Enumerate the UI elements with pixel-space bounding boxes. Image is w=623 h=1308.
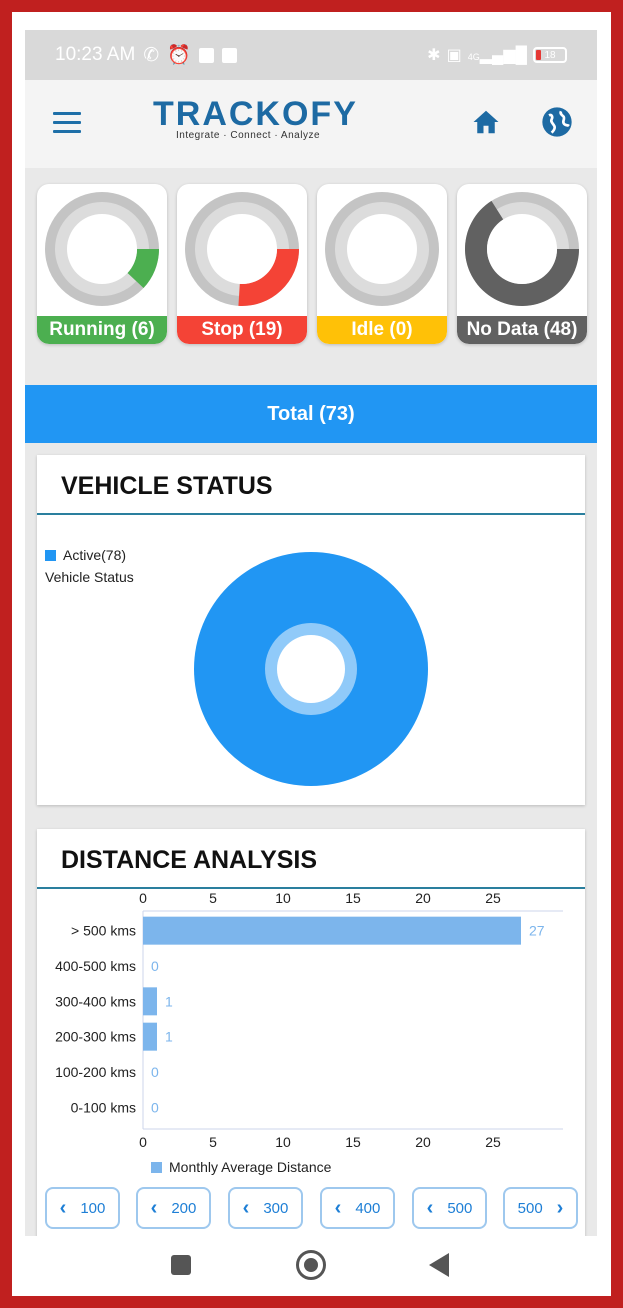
chart-legend-label[interactable]: Monthly Average Distance xyxy=(169,1159,332,1175)
bar[interactable] xyxy=(143,1022,157,1051)
category-label: 200-300 kms xyxy=(55,1029,136,1045)
x-tick-label-bottom: 20 xyxy=(415,1134,431,1150)
clock: 10:23 AM xyxy=(55,44,136,65)
vehicle-status-panel: VEHICLE STATUS Active(78) Vehicle Status xyxy=(37,455,585,805)
legend-item-active[interactable]: Active(78) xyxy=(45,547,134,563)
x-tick-label-bottom: 0 xyxy=(139,1134,147,1150)
legend-swatch xyxy=(45,549,56,561)
x-tick-label-bottom: 5 xyxy=(209,1134,217,1150)
data-label: 0 xyxy=(151,958,159,974)
x-tick-label-top: 5 xyxy=(209,890,217,906)
range-button-label: 500 xyxy=(447,1199,473,1217)
chevron-left-icon: ‹ xyxy=(242,1196,250,1219)
bar[interactable] xyxy=(143,987,157,1016)
x-tick-label-top: 15 xyxy=(345,890,361,906)
distance-range-buttons: ‹ 100 ‹ 200 ‹ 300 ‹ 400 ‹ 500 500 › xyxy=(45,1187,585,1229)
recent-apps-button[interactable] xyxy=(171,1255,191,1275)
data-label: 27 xyxy=(529,923,545,939)
distance-analysis-panel: DISTANCE ANALYSIS 0 0 5 5 10 10 15 15 20 20 25 25 > … xyxy=(37,829,585,1239)
app-header: TRACKOFY Integrate · Connect · Analyze xyxy=(25,80,597,168)
chevron-left-icon: ‹ xyxy=(334,1196,342,1219)
range-prev-button[interactable]: ‹ 500 xyxy=(412,1187,487,1229)
status-card[interactable]: Running (6) xyxy=(37,184,167,344)
status-card-label: Running (6) xyxy=(37,316,167,344)
android-nav-bar xyxy=(25,1236,597,1296)
wifi-calling-icon: ✆ xyxy=(143,44,160,66)
vehicle-status-donut xyxy=(194,552,428,786)
notification-square-icon xyxy=(198,47,214,63)
volte-icon: ▣ xyxy=(446,47,462,64)
status-donut xyxy=(325,192,439,306)
screenshot-frame: 10:23 AM ✆ ⏰ ✱ ▣ 4G▂▄▆█ 18 TRACKOFY Inte… xyxy=(12,12,611,1296)
alarm-icon: ⏰ xyxy=(167,45,191,66)
status-card-label: No Data (48) xyxy=(457,316,587,344)
status-card[interactable]: Stop (19) xyxy=(177,184,307,344)
x-tick-label-top: 25 xyxy=(485,890,501,906)
distance-bar-chart: 00551010151520202525> 500 kms 27400-500 k… xyxy=(55,890,563,1175)
data-label: 1 xyxy=(165,1029,173,1045)
chevron-right-icon: › xyxy=(556,1196,564,1219)
home-icon[interactable] xyxy=(471,107,501,137)
x-tick-label-bottom: 15 xyxy=(345,1134,361,1150)
range-prev-button[interactable]: ‹ 200 xyxy=(136,1187,211,1229)
vehicle-status-title: VEHICLE STATUS xyxy=(37,455,585,515)
notification-square-icon xyxy=(221,47,237,63)
category-label: 0-100 kms xyxy=(71,1099,136,1115)
chevron-left-icon: ‹ xyxy=(426,1196,434,1219)
x-tick-label-top: 0 xyxy=(139,890,147,906)
back-button[interactable] xyxy=(429,1253,449,1277)
bar[interactable] xyxy=(143,916,521,945)
chevron-left-icon: ‹ xyxy=(150,1196,158,1219)
status-donut xyxy=(465,192,579,306)
x-tick-label-top: 10 xyxy=(275,890,291,906)
battery-icon: 18 xyxy=(533,47,567,63)
status-card-label: Stop (19) xyxy=(177,316,307,344)
phone-screen: 10:23 AM ✆ ⏰ ✱ ▣ 4G▂▄▆█ 18 TRACKOFY Inte… xyxy=(25,30,597,1296)
chevron-left-icon: ‹ xyxy=(59,1196,67,1219)
category-label: 300-400 kms xyxy=(55,993,136,1009)
status-donut xyxy=(45,192,159,306)
range-button-label: 500 xyxy=(517,1199,543,1217)
donut-hole xyxy=(277,635,345,703)
total-vehicles-bar[interactable]: Total (73) xyxy=(25,385,597,443)
vehicle-status-cards: Running (6) Stop (19) Idle (0) No Data (48) xyxy=(25,184,597,348)
data-label: 0 xyxy=(151,1099,159,1115)
range-prev-button[interactable]: ‹ 100 xyxy=(45,1187,120,1229)
home-nav-button[interactable] xyxy=(296,1250,326,1280)
globe-icon[interactable] xyxy=(541,106,573,138)
menu-icon[interactable] xyxy=(53,112,81,134)
distance-analysis-title: DISTANCE ANALYSIS xyxy=(37,829,585,889)
logo-tagline: Integrate · Connect · Analyze xyxy=(175,130,321,141)
range-button-label: 400 xyxy=(355,1199,381,1217)
category-label: 400-500 kms xyxy=(55,958,136,974)
legend-label: Active(78) xyxy=(63,547,127,563)
data-label: 0 xyxy=(151,1064,159,1080)
bluetooth-icon: ✱ xyxy=(427,47,441,64)
status-card[interactable]: No Data (48) xyxy=(457,184,587,344)
data-label: 1 xyxy=(165,993,173,1009)
status-card-label: Idle (0) xyxy=(317,316,447,344)
legend-caption: Vehicle Status xyxy=(45,569,134,585)
range-button-label: 100 xyxy=(80,1199,106,1217)
status-card[interactable]: Idle (0) xyxy=(317,184,447,344)
x-tick-label-bottom: 25 xyxy=(485,1134,501,1150)
x-tick-label-top: 20 xyxy=(415,890,431,906)
range-prev-button[interactable]: ‹ 300 xyxy=(228,1187,303,1229)
status-bar: 10:23 AM ✆ ⏰ ✱ ▣ 4G▂▄▆█ 18 xyxy=(25,30,597,80)
category-label: 100-200 kms xyxy=(55,1064,136,1080)
range-prev-button[interactable]: ‹ 400 xyxy=(320,1187,395,1229)
legend-swatch xyxy=(151,1162,162,1173)
vehicle-status-legend: Active(78) Vehicle Status xyxy=(45,547,134,585)
logo-text: TRACKOFY xyxy=(153,95,358,133)
status-donut xyxy=(185,192,299,306)
range-button-label: 200 xyxy=(171,1199,197,1217)
trackofy-logo: TRACKOFY Integrate · Connect · Analyze xyxy=(153,95,358,141)
signal-4g-icon: 4G▂▄▆█ xyxy=(467,47,527,64)
range-next-button[interactable]: 500 › xyxy=(503,1187,578,1229)
x-tick-label-bottom: 10 xyxy=(275,1134,291,1150)
range-button-label: 300 xyxy=(263,1199,289,1217)
category-label: > 500 kms xyxy=(71,923,136,939)
